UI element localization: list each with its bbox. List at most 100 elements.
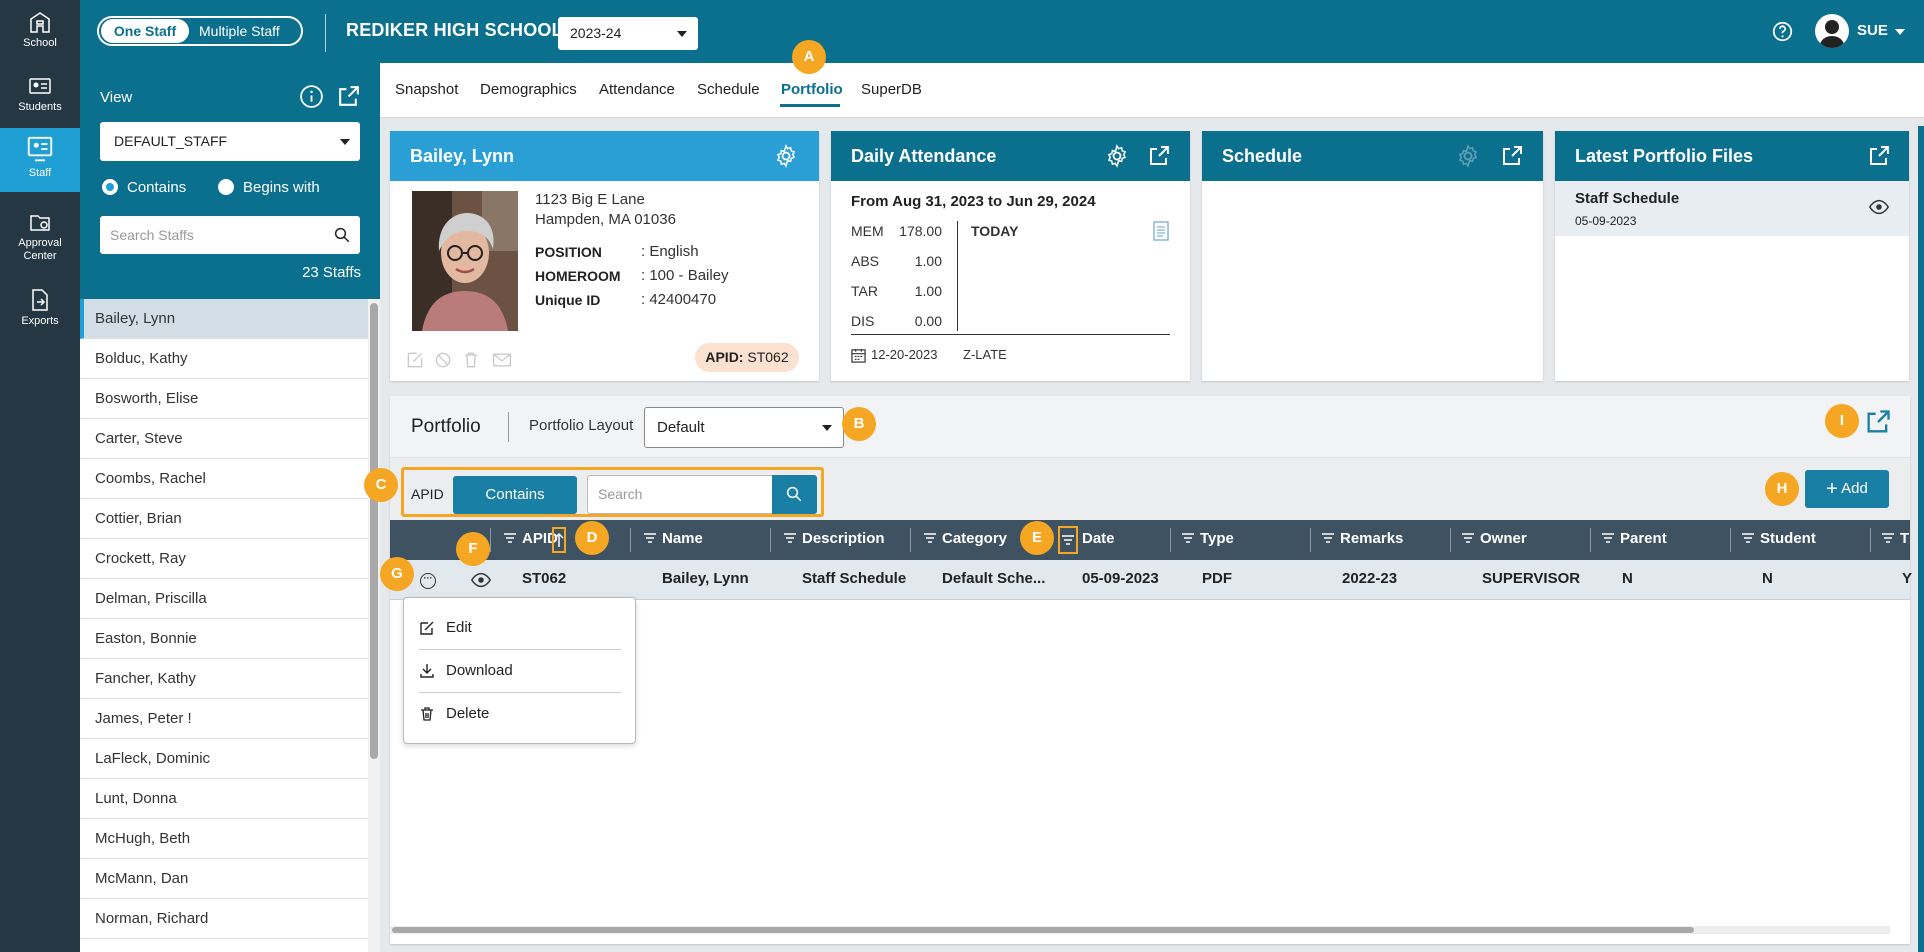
user-name[interactable]: SUE <box>1857 22 1888 39</box>
tab-demographics[interactable]: Demographics <box>480 81 577 98</box>
edit-icon[interactable] <box>405 350 425 370</box>
list-item[interactable]: Bailey, Lynn <box>80 299 368 339</box>
list-item[interactable]: Cottier, Brian <box>80 499 368 539</box>
view-select[interactable]: DEFAULT_STAFF <box>100 122 360 161</box>
list-item[interactable]: Bolduc, Kathy <box>80 339 368 379</box>
column-header-date[interactable]: Date <box>1082 530 1115 547</box>
avatar[interactable] <box>1815 14 1849 48</box>
staff-search-input[interactable]: Search Staffs <box>100 216 360 254</box>
filter-icon[interactable] <box>644 533 656 543</box>
external-link-icon[interactable] <box>1147 144 1171 168</box>
staff-list-scrollbar[interactable] <box>368 299 380 952</box>
filter-icon[interactable] <box>1322 533 1334 543</box>
sort-ascending-icon[interactable] <box>554 532 564 548</box>
help-icon[interactable] <box>1772 21 1793 42</box>
view-icon[interactable] <box>1868 196 1890 218</box>
address-line-2: Hampden, MA 01036 <box>535 211 676 228</box>
menu-item-edit[interactable]: Edit <box>419 607 621 649</box>
tab-attendance[interactable]: Attendance <box>599 81 675 98</box>
table-row[interactable]: ··· ST062 Bailey, Lynn Staff Schedule De… <box>390 560 1912 600</box>
column-header-parent[interactable]: Parent <box>1602 530 1667 547</box>
list-item[interactable]: Norman, Richard <box>80 899 368 939</box>
filter-icon[interactable] <box>1742 533 1754 543</box>
filter-icon[interactable] <box>1882 533 1894 543</box>
list-item[interactable]: McHugh, Beth <box>80 819 368 859</box>
column-header-remarks[interactable]: Remarks <box>1322 530 1403 547</box>
column-header-student[interactable]: Student <box>1742 530 1816 547</box>
attendance-value: 1.00 <box>914 253 942 269</box>
document-icon[interactable] <box>1153 221 1169 241</box>
filter-icon[interactable] <box>1182 533 1194 543</box>
menu-item-delete[interactable]: Delete <box>419 693 621 735</box>
tab-snapshot[interactable]: Snapshot <box>395 81 458 98</box>
info-icon[interactable] <box>299 84 324 109</box>
toggle-one-staff[interactable]: One Staff <box>101 19 189 43</box>
view-icon[interactable] <box>470 569 492 591</box>
more-options-icon[interactable]: ··· <box>420 573 436 589</box>
column-header-t[interactable]: T <box>1882 530 1909 547</box>
column-header-name[interactable]: Name <box>644 530 703 547</box>
external-link-icon[interactable] <box>1864 408 1892 436</box>
filter-icon[interactable] <box>1602 533 1614 543</box>
rail-approval-center[interactable]: Approval Center <box>0 200 80 270</box>
list-item[interactable]: Carter, Steve <box>80 419 368 459</box>
list-item[interactable]: Easton, Bonnie <box>80 619 368 659</box>
contains-button[interactable]: Contains <box>453 476 577 514</box>
filter-icon[interactable] <box>784 533 796 543</box>
search-button[interactable] <box>772 475 817 514</box>
gear-icon[interactable] <box>774 144 798 168</box>
grid-horizontal-scrollbar[interactable] <box>390 926 1890 934</box>
filter-icon[interactable] <box>1462 533 1474 543</box>
list-item[interactable]: Coombs, Rachel <box>80 459 368 499</box>
portfolio-search-input[interactable]: Search <box>587 475 773 514</box>
rail-exports[interactable]: Exports <box>0 278 80 342</box>
filter-icon[interactable] <box>504 533 516 543</box>
list-item[interactable]: McMann, Dan <box>80 859 368 899</box>
external-link-icon[interactable] <box>336 84 361 109</box>
portfolio-layout-select[interactable]: Default <box>644 407 844 448</box>
trash-icon[interactable] <box>461 350 481 370</box>
list-item[interactable]: James, Peter ! <box>80 699 368 739</box>
column-header-description[interactable]: Description <box>784 530 885 547</box>
list-item[interactable]: Crockett, Ray <box>80 539 368 579</box>
external-link-icon[interactable] <box>1867 144 1891 168</box>
profile-name: Bailey, Lynn <box>390 131 819 181</box>
menu-item-download[interactable]: Download <box>419 650 621 692</box>
list-item[interactable]: Bosworth, Elise <box>80 379 368 419</box>
attendance-range: From Aug 31, 2023 to Jun 29, 2024 <box>851 193 1096 210</box>
latest-file-row[interactable]: Staff Schedule 05-09-2023 <box>1555 181 1909 236</box>
mail-icon[interactable] <box>489 350 515 370</box>
chevron-down-icon[interactable] <box>1895 29 1905 35</box>
filter-icon[interactable] <box>1062 535 1074 545</box>
column-header-owner[interactable]: Owner <box>1462 530 1527 547</box>
list-item[interactable]: Delman, Priscilla <box>80 579 368 619</box>
radio-begins-with[interactable]: Begins with <box>218 179 320 196</box>
scrollbar-thumb[interactable] <box>392 927 1694 933</box>
staff-mode-toggle[interactable]: One Staff Multiple Staff <box>97 16 303 46</box>
rail-students[interactable]: Students <box>0 64 80 128</box>
year-select[interactable]: 2023-24 <box>558 17 698 50</box>
external-link-icon[interactable] <box>1500 144 1524 168</box>
block-icon[interactable] <box>433 350 453 370</box>
list-item[interactable]: LaFleck, Dominic <box>80 739 368 779</box>
radio-contains[interactable]: Contains <box>102 179 186 196</box>
filter-icon[interactable] <box>924 533 936 543</box>
tab-superdb[interactable]: SuperDB <box>861 81 922 98</box>
rail-school[interactable]: School <box>0 0 80 64</box>
add-button[interactable]: + Add <box>1805 470 1889 508</box>
students-icon <box>29 78 51 94</box>
list-item[interactable]: Fancher, Kathy <box>80 659 368 699</box>
rail-staff[interactable]: Staff <box>0 128 80 192</box>
header-divider <box>325 14 326 52</box>
list-item[interactable]: Lunt, Donna <box>80 779 368 819</box>
search-icon[interactable] <box>333 226 351 244</box>
column-header-apid[interactable]: APID <box>504 530 558 547</box>
toggle-multiple-staff[interactable]: Multiple Staff <box>199 19 299 43</box>
tab-portfolio[interactable]: Portfolio <box>781 81 843 98</box>
column-header-type[interactable]: Type <box>1182 530 1234 547</box>
tab-schedule[interactable]: Schedule <box>697 81 760 98</box>
row-action-menu: Edit Download Delete <box>403 597 636 744</box>
scrollbar-thumb[interactable] <box>370 303 378 759</box>
gear-icon[interactable] <box>1105 144 1129 168</box>
column-header-category[interactable]: Category <box>924 530 1007 547</box>
